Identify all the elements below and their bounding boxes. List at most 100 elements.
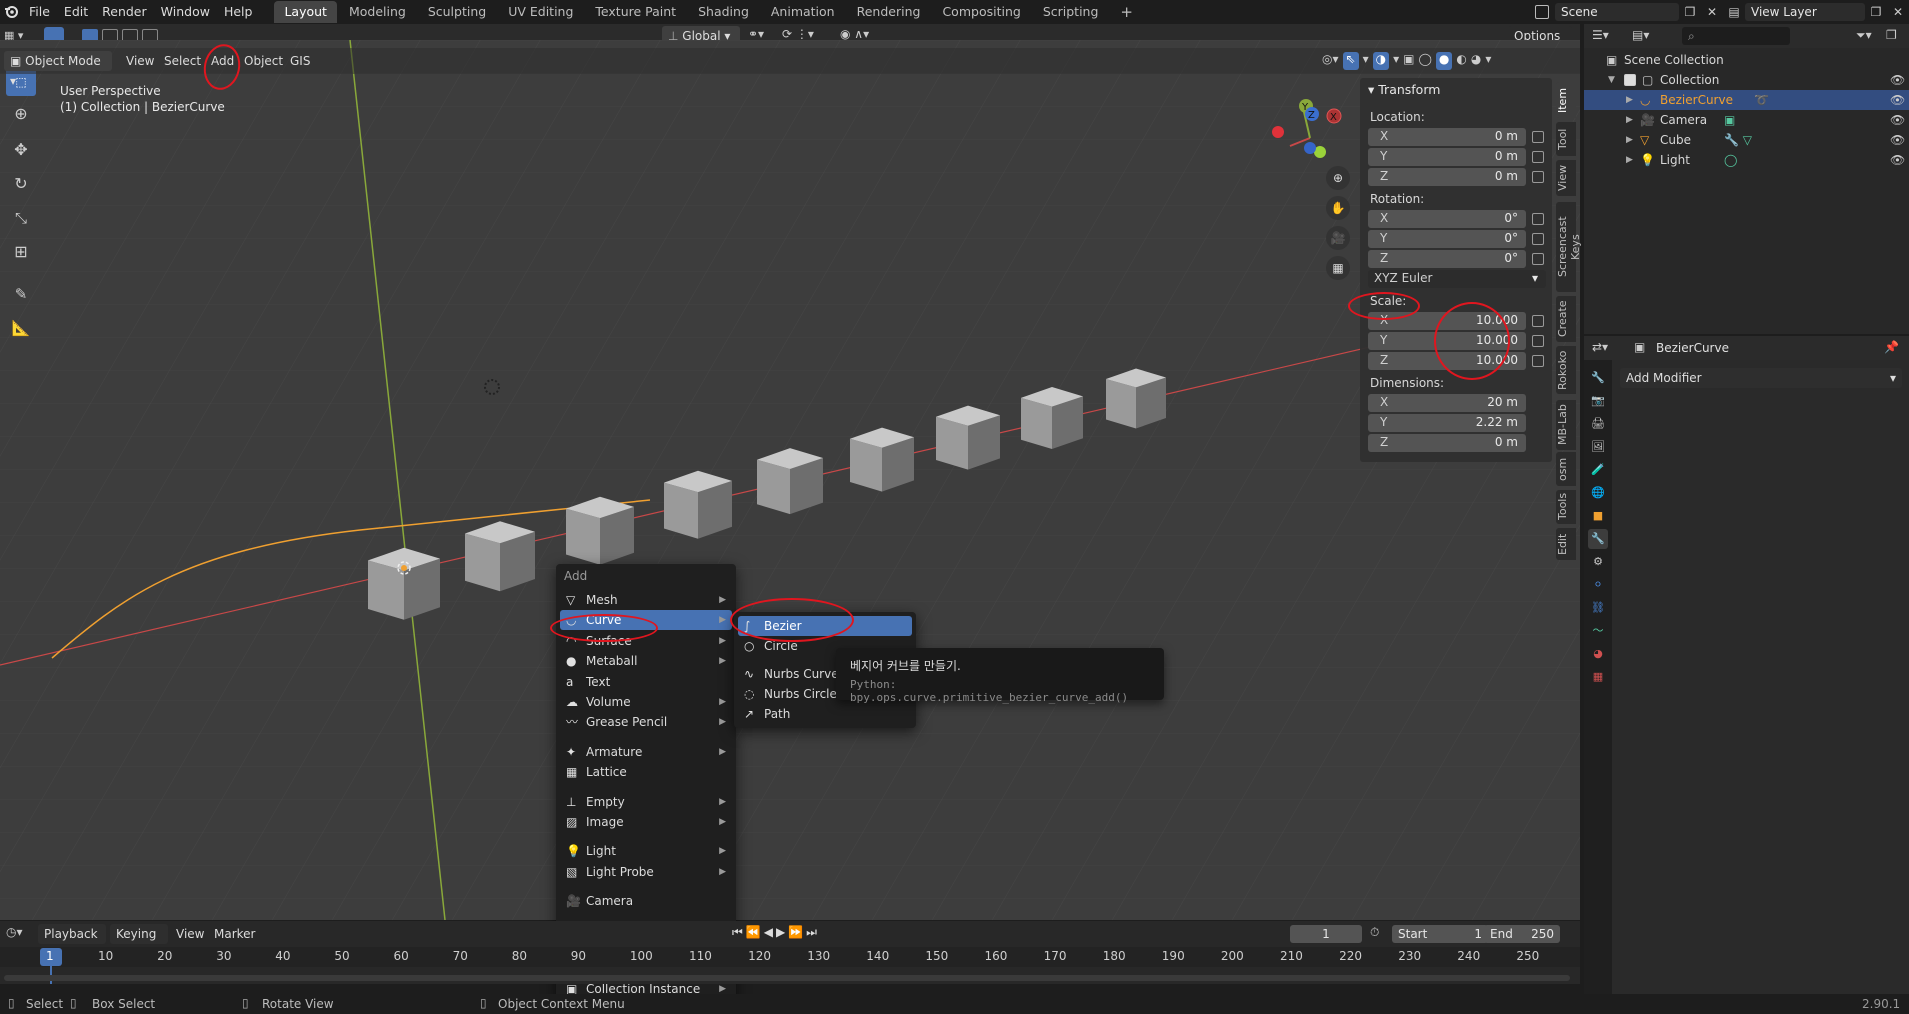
pin-icon[interactable]: 📌 [1884, 340, 1899, 354]
cube-data-icon[interactable]: 🔧 ▽ [1724, 130, 1752, 150]
tab-rendering[interactable]: Rendering [847, 1, 931, 23]
rotation-mode-dropdown[interactable]: XYZ Euler ▾ [1368, 270, 1546, 288]
visibility-icon[interactable]: 👁 [1890, 110, 1905, 130]
xray-icon[interactable]: ▣ [1403, 52, 1414, 70]
properties-tab-data-icon[interactable]: 〜 [1588, 621, 1608, 641]
menu-window[interactable]: Window [154, 0, 217, 24]
proportional-edit-icon[interactable]: ◉ ∧▾ [840, 27, 886, 41]
playback-controls[interactable]: ⏮⏪◀▶⏩⏭ [732, 925, 820, 940]
move-tool-icon[interactable]: ✥ [6, 136, 36, 164]
expand-icon[interactable]: ▶ [1626, 110, 1633, 130]
rotation-y-field[interactable]: Y 0° [1368, 230, 1526, 248]
timeline-scrollbar[interactable] [4, 975, 1570, 981]
add-menu-item-armature[interactable]: ✦ Armature ▶ [560, 742, 732, 762]
annotate-tool-icon[interactable]: ✎ [6, 280, 36, 308]
location-y-field[interactable]: Y 0 m [1368, 148, 1526, 166]
rotate-tool-icon[interactable]: ↻ [6, 170, 36, 198]
tab-compositing[interactable]: Compositing [932, 1, 1030, 23]
tab-texture-paint[interactable]: Texture Paint [585, 1, 686, 23]
menu-view[interactable]: View [120, 51, 160, 71]
gizmo-dropdown-icon[interactable]: ▾ [1363, 52, 1369, 70]
add-menu-item-metaball[interactable]: ● Metaball ▶ [560, 651, 732, 671]
3d-viewport[interactable]: User Perspective (1) Collection | Bezier… [0, 40, 1580, 920]
material-shading-icon[interactable]: ◐ [1456, 52, 1466, 70]
navigation-gizmo[interactable]: X Y Z [1264, 92, 1344, 172]
outliner-row-scene-collection[interactable]: ▣ Scene Collection [1584, 50, 1909, 70]
solid-shading-icon[interactable]: ● [1435, 52, 1453, 70]
outliner-row-camera[interactable]: ▶ 🎥 Camera ▣ 👁 [1584, 110, 1909, 130]
rotation-z-field[interactable]: Z 0° [1368, 250, 1526, 268]
dimensions-x-field[interactable]: X 20 m [1368, 394, 1526, 412]
properties-tab-object-icon[interactable]: ■ [1588, 506, 1608, 526]
sidebar-tab-create[interactable]: Create [1556, 296, 1576, 342]
location-z-field[interactable]: Z 0 m [1368, 168, 1526, 186]
display-mode-icon[interactable]: ▤▾ [1632, 28, 1649, 42]
lock-icon[interactable] [1532, 315, 1544, 327]
tab-scripting[interactable]: Scripting [1033, 1, 1109, 23]
properties-editor-icon[interactable]: ⇄▾ [1592, 340, 1608, 354]
sidebar-tab-osm[interactable]: osm [1556, 452, 1576, 486]
scale-tool-icon[interactable]: ⤡ [6, 204, 36, 232]
ortho-grid-icon[interactable]: ▦ [1326, 256, 1350, 280]
keying-dropdown[interactable]: Keying ▾ [110, 924, 168, 961]
add-menu-item-image[interactable]: ▨ Image ▶ [560, 812, 732, 832]
measure-tool-icon[interactable]: 📐 [6, 314, 36, 342]
new-view-layer-icon[interactable]: ❐ [1865, 5, 1887, 19]
pan-hand-icon[interactable]: ✋ [1326, 196, 1350, 220]
add-menu-item-lattice[interactable]: ▦ Lattice [560, 762, 732, 782]
camera-data-icon[interactable]: ▣ [1724, 110, 1735, 130]
pivot-icon[interactable]: ⚭▾ [748, 27, 778, 41]
cursor-tool-icon[interactable]: ⊕ [6, 100, 36, 128]
filter-icon[interactable]: ⏷▾ [1856, 28, 1872, 43]
lock-icon[interactable] [1532, 151, 1544, 163]
tab-layout[interactable]: Layout [274, 1, 337, 23]
rendered-shading-icon[interactable]: ◕ [1471, 52, 1481, 70]
timeline-editor-icon[interactable]: ◷▾ [6, 925, 23, 939]
overlay-toggle-icon[interactable]: ◑ [1372, 52, 1390, 70]
visibility-icon[interactable]: 👁 [1890, 150, 1905, 170]
lock-icon[interactable] [1532, 171, 1544, 183]
camera-view-icon[interactable]: 🎥 [1326, 226, 1350, 250]
curve-item-path[interactable]: ↗ Path [738, 704, 912, 724]
transform-section-header[interactable]: ▾ Transform [1368, 82, 1440, 97]
wireframe-shading-icon[interactable]: ◯ [1418, 52, 1431, 70]
delete-scene-icon[interactable]: ✕ [1701, 5, 1723, 19]
transform-tool-icon[interactable]: ⊞ [6, 238, 36, 266]
expand-collection-icon[interactable]: ▼ [1608, 70, 1615, 90]
sidebar-tab-screencast-keys[interactable]: Screencast Keys [1556, 202, 1582, 292]
snap-icon[interactable]: ⟳ ⋮▾ [782, 27, 826, 41]
new-scene-icon[interactable]: ❐ [1679, 5, 1701, 19]
lock-icon[interactable] [1532, 335, 1544, 347]
lock-icon[interactable] [1532, 131, 1544, 143]
dimensions-y-field[interactable]: Y 2.22 m [1368, 414, 1526, 432]
stopwatch-icon[interactable]: ⏱ [1370, 925, 1379, 940]
timeline-menu-view[interactable]: View [170, 924, 210, 944]
add-menu-item-volume[interactable]: ☁ Volume ▶ [560, 692, 732, 712]
properties-tab-world-icon[interactable]: 🌐 [1588, 483, 1608, 503]
sidebar-tab-item[interactable]: Item [1556, 82, 1576, 118]
menu-gis[interactable]: GIS [284, 51, 316, 71]
view-layer-field[interactable]: View Layer [1745, 3, 1865, 21]
tab-animation[interactable]: Animation [761, 1, 845, 23]
lock-icon[interactable] [1532, 213, 1544, 225]
tab-sculpting[interactable]: Sculpting [418, 1, 496, 23]
lock-icon[interactable] [1532, 355, 1544, 367]
end-frame-field[interactable]: End 250 [1484, 925, 1560, 943]
properties-tab-tool-icon[interactable]: 🔧 [1588, 368, 1608, 388]
viewport-shading-icons[interactable]: ◎▾ ⇖ ▾ ◑ ▾ ▣ ◯ ● ◐ ◕ ▾ [1322, 52, 1574, 70]
lock-icon[interactable] [1532, 253, 1544, 265]
shading-dropdown-icon[interactable]: ▾ [1485, 52, 1491, 70]
visibility-icon[interactable]: ◎▾ [1322, 52, 1339, 70]
mode-dropdown[interactable]: ▣ Object Mode ▾ [4, 51, 112, 88]
collection-visibility-icon[interactable]: 👁 [1890, 70, 1905, 90]
add-menu-item-camera[interactable]: 🎥 Camera [560, 891, 732, 911]
outliner-search-input[interactable]: ⌕ [1682, 27, 1790, 45]
light-data-icon[interactable]: ◯ [1724, 150, 1737, 170]
add-menu-item-text[interactable]: a Text [560, 672, 732, 692]
lock-icon[interactable] [1532, 233, 1544, 245]
current-frame-field[interactable]: 1 [1290, 925, 1362, 943]
zoom-icon[interactable]: ⊕ [1326, 166, 1350, 190]
add-modifier-dropdown[interactable]: Add Modifier ▾ [1620, 368, 1902, 388]
add-menu-item-light-probe[interactable]: ▧ Light Probe ▶ [560, 862, 732, 882]
expand-icon[interactable]: ▶ [1626, 90, 1633, 110]
